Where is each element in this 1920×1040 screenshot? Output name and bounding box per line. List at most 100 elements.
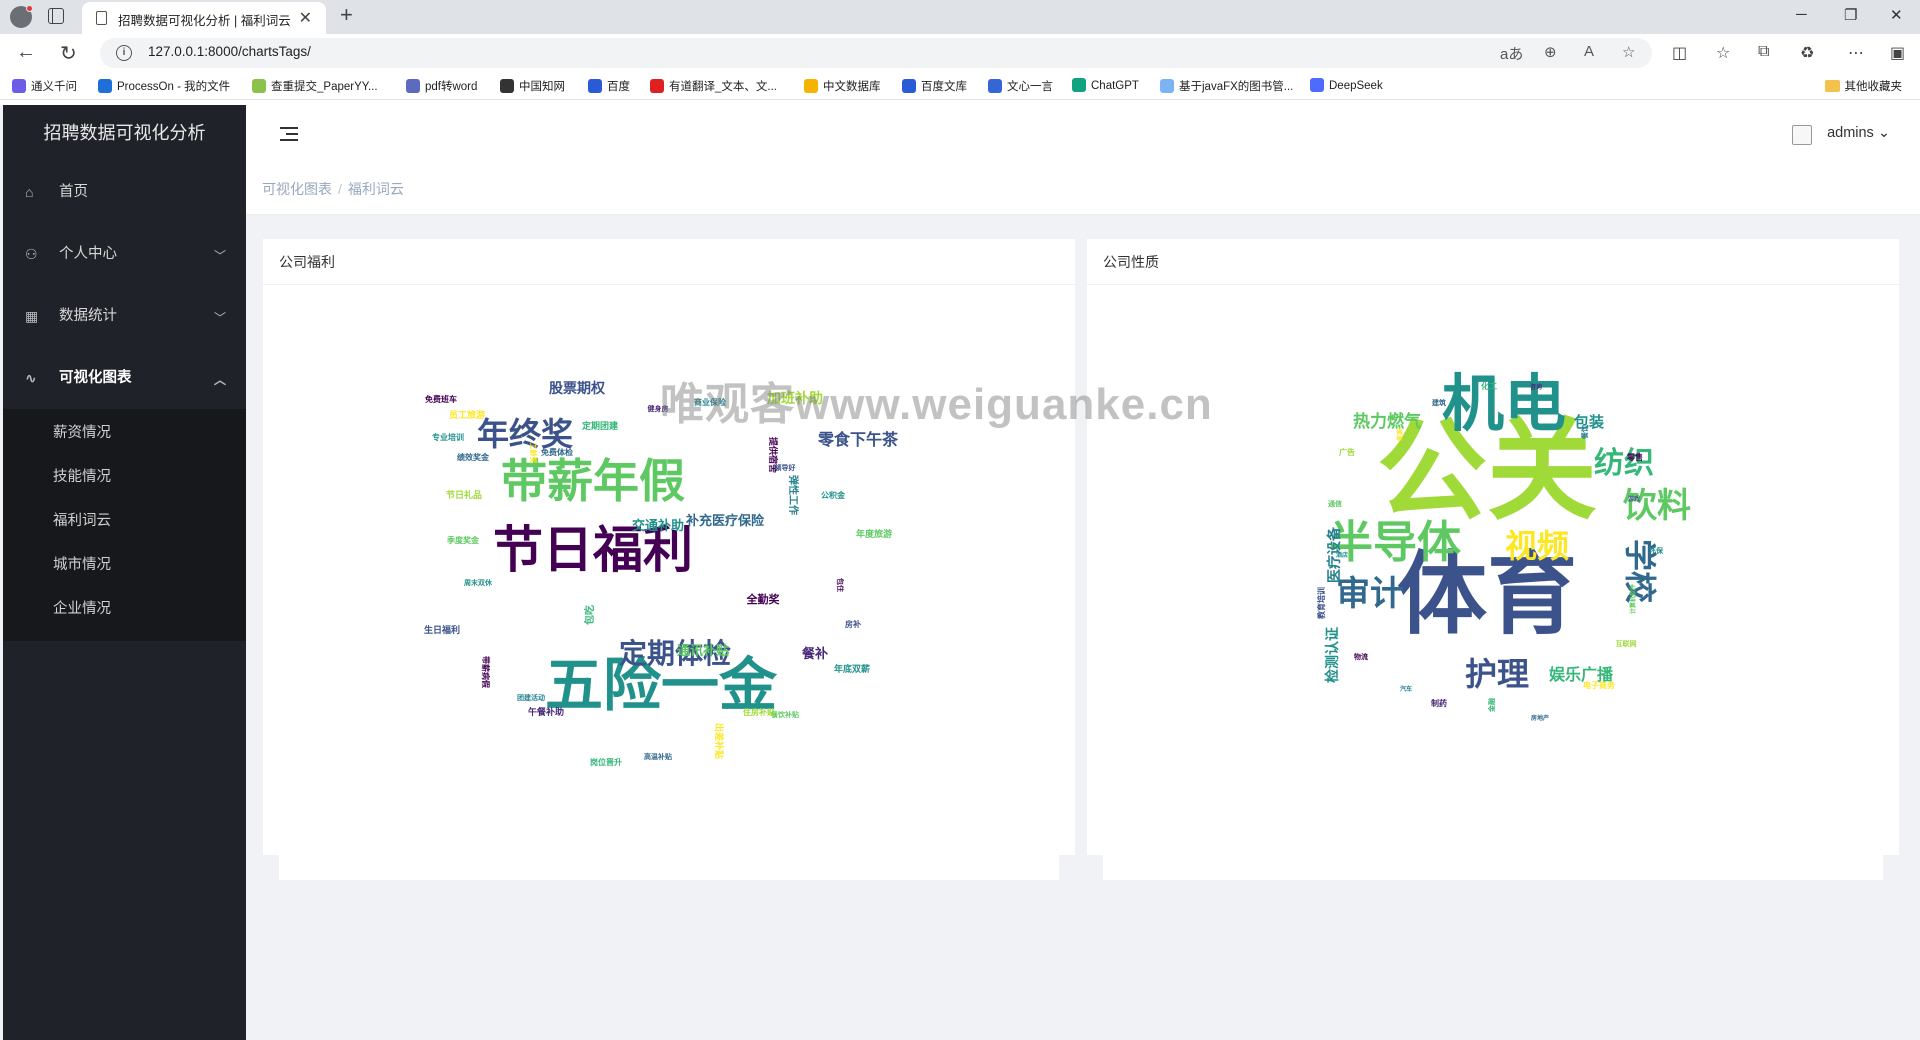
close-window-icon[interactable]: ✕ <box>1890 6 1903 24</box>
restore-icon[interactable]: ❐ <box>1844 6 1857 24</box>
cloud-word: 住房补贴 <box>743 707 775 717</box>
translate-icon[interactable]: aあ <box>1500 43 1523 64</box>
bookmark-label: 查重提交_PaperYY... <box>271 81 378 93</box>
cloud-word: 包住 <box>836 578 845 592</box>
cloud-word: 绩效奖金 <box>457 452 490 462</box>
tab-actions-icon[interactable] <box>48 8 64 24</box>
minimize-icon[interactable]: ─ <box>1796 6 1807 23</box>
other-favorites-folder[interactable]: 其他收藏夹 <box>1824 78 1902 94</box>
cloud-word: 定期团建 <box>581 420 619 432</box>
bookmark-item[interactable]: ProcessOn - 我的文件 <box>98 78 230 94</box>
cloud-word: 制药 <box>1431 698 1447 708</box>
bookmark-label: DeepSeek <box>1329 80 1383 92</box>
cloud-word: 交通补助 <box>632 518 684 534</box>
bookmark-item[interactable]: 查重提交_PaperYY... <box>252 78 378 94</box>
bookmark-item[interactable]: 百度文库 <box>902 78 967 94</box>
bookmark-icon <box>1310 78 1324 92</box>
cloud-word: 餐补 <box>801 646 828 662</box>
cloud-word: 工龄奖 <box>529 443 538 465</box>
bookmark-item[interactable]: 有道翻译_文本、文... <box>650 78 777 94</box>
bookmark-item[interactable]: DeepSeek <box>1310 78 1383 92</box>
card-title: 公司福利 <box>263 239 1075 285</box>
more-menu-icon[interactable]: ⋯ <box>1848 43 1864 63</box>
cloud-word: 检测认证 <box>1324 627 1341 683</box>
cloud-word: 教育培训 <box>1316 587 1326 620</box>
submenu-item-skills[interactable]: 技能情况 <box>3 455 246 499</box>
cloud-word: 零售 <box>1626 452 1643 462</box>
notification-dot <box>26 5 33 12</box>
site-info-icon[interactable]: i <box>116 45 132 61</box>
zoom-icon[interactable]: ⊕ <box>1544 43 1557 61</box>
sidebar-item-home[interactable]: ⌂ 首页 <box>3 161 246 223</box>
back-icon[interactable]: ← <box>16 41 36 64</box>
breadcrumb: 可视化图表 / 福利词云 <box>262 179 404 199</box>
close-tab-icon[interactable]: ✕ <box>299 8 312 28</box>
bookmark-label: 基于javaFX的图书管... <box>1179 81 1294 93</box>
sidebar-toggle-icon[interactable]: ▣ <box>1890 43 1905 63</box>
address-toolbar: ← ↻ i 127.0.0.1:8000/chartsTags/ aあ ⊕ A … <box>0 34 1920 72</box>
reload-icon[interactable]: ↻ <box>60 41 77 66</box>
bookmark-icon <box>988 79 1002 93</box>
bookmark-item[interactable]: 基于javaFX的图书管... <box>1160 78 1293 94</box>
bookmark-item[interactable]: 中国知网 <box>500 78 565 94</box>
cloud-word: 员工旅游 <box>449 409 485 421</box>
submenu-item-welfare-cloud[interactable]: 福利词云 <box>3 499 246 543</box>
favorites-icon[interactable]: ☆ <box>1716 43 1730 63</box>
submenu-item-company[interactable]: 企业情况 <box>3 587 246 631</box>
username: admins <box>1827 125 1874 141</box>
sidebar-item-label: 首页 <box>59 184 88 200</box>
cloud-word: 年底双薪 <box>834 663 870 675</box>
hamburger-icon[interactable] <box>280 127 298 141</box>
cloud-word: 广告 <box>1339 447 1355 457</box>
bookmark-item[interactable]: 百度 <box>588 78 630 94</box>
sidebar-item-statistics[interactable]: ▦ 数据统计 ﹀ <box>3 285 246 347</box>
cloud-word: 年度旅游 <box>856 528 892 540</box>
chevron-down-icon: ﹀ <box>213 311 226 325</box>
bookmark-item[interactable]: 通义千问 <box>12 78 77 94</box>
profile-avatar-icon[interactable] <box>10 5 33 28</box>
cloud-word: 能源 <box>1396 429 1404 441</box>
cloud-word: 机电 <box>1442 367 1566 440</box>
breadcrumb-item[interactable]: 可视化图表 <box>262 181 332 197</box>
bookmark-icon <box>804 79 818 93</box>
cloud-word: 季度奖金 <box>446 535 480 545</box>
bookmark-label: 通义千问 <box>31 81 77 93</box>
cloud-word: 纺织 <box>1594 446 1654 481</box>
user-icon: ⚇ <box>25 246 38 262</box>
bookmark-item[interactable]: 文心一言 <box>988 78 1053 94</box>
submenu-item-city[interactable]: 城市情况 <box>3 543 246 587</box>
app-title: 招聘数据可视化分析 <box>43 123 206 143</box>
collections-icon[interactable]: ⧉ <box>1758 43 1769 61</box>
submenu-item-salary[interactable]: 薪资情况 <box>3 411 246 455</box>
chevron-down-icon: ﹀ <box>213 249 226 263</box>
browser-tab[interactable]: 招聘数据可视化分析 | 福利词云 ✕ <box>82 2 326 34</box>
sidebar-item-profile[interactable]: ⚇ 个人中心 ﹀ <box>3 223 246 285</box>
cloud-word: 团建活动 <box>517 693 545 702</box>
cloud-word: 建筑 <box>1432 398 1446 407</box>
extensions-icon[interactable]: ♻ <box>1800 43 1814 63</box>
bookmark-item[interactable]: ChatGPT <box>1072 78 1139 92</box>
cloud-word: 游戏 <box>1628 495 1640 503</box>
cloud-word: 计算机软件 <box>1629 584 1637 614</box>
app-root: 招聘数据可视化分析 ⌂ 首页 ⚇ 个人中心 ﹀ ▦ 数据统计 ﹀ ∿ 可视化图表… <box>0 105 1920 1040</box>
cloud-word: 审计 <box>1336 574 1404 614</box>
new-tab-button[interactable]: + <box>340 2 353 28</box>
chevron-up-icon: ︿ <box>213 373 226 387</box>
home-icon: ⌂ <box>25 184 34 200</box>
user-menu[interactable]: admins ⌄ <box>1827 125 1890 141</box>
bookmark-item[interactable]: 中文数据库 <box>804 78 881 94</box>
cloud-word: 房地产 <box>1531 714 1549 722</box>
read-aloud-icon[interactable]: A <box>1584 43 1594 60</box>
address-bar[interactable]: i 127.0.0.1:8000/chartsTags/ aあ ⊕ A ☆ <box>100 38 1652 68</box>
cloud-word: 带薪病假 <box>481 656 491 688</box>
avatar[interactable] <box>1792 125 1812 145</box>
favorite-star-icon[interactable]: ☆ <box>1622 43 1635 61</box>
bookmark-icon <box>98 79 112 93</box>
cloud-word: 咨询 <box>1530 383 1542 391</box>
split-screen-icon[interactable]: ◫ <box>1672 43 1687 63</box>
grid-icon: ▦ <box>25 308 39 324</box>
sidebar-item-label: 可视化图表 <box>59 370 132 386</box>
bookmark-item[interactable]: pdf转word <box>406 78 477 94</box>
url-text[interactable]: 127.0.0.1:8000/chartsTags/ <box>148 44 311 59</box>
sidebar-item-charts[interactable]: ∿ 可视化图表 ︿ <box>3 347 246 409</box>
